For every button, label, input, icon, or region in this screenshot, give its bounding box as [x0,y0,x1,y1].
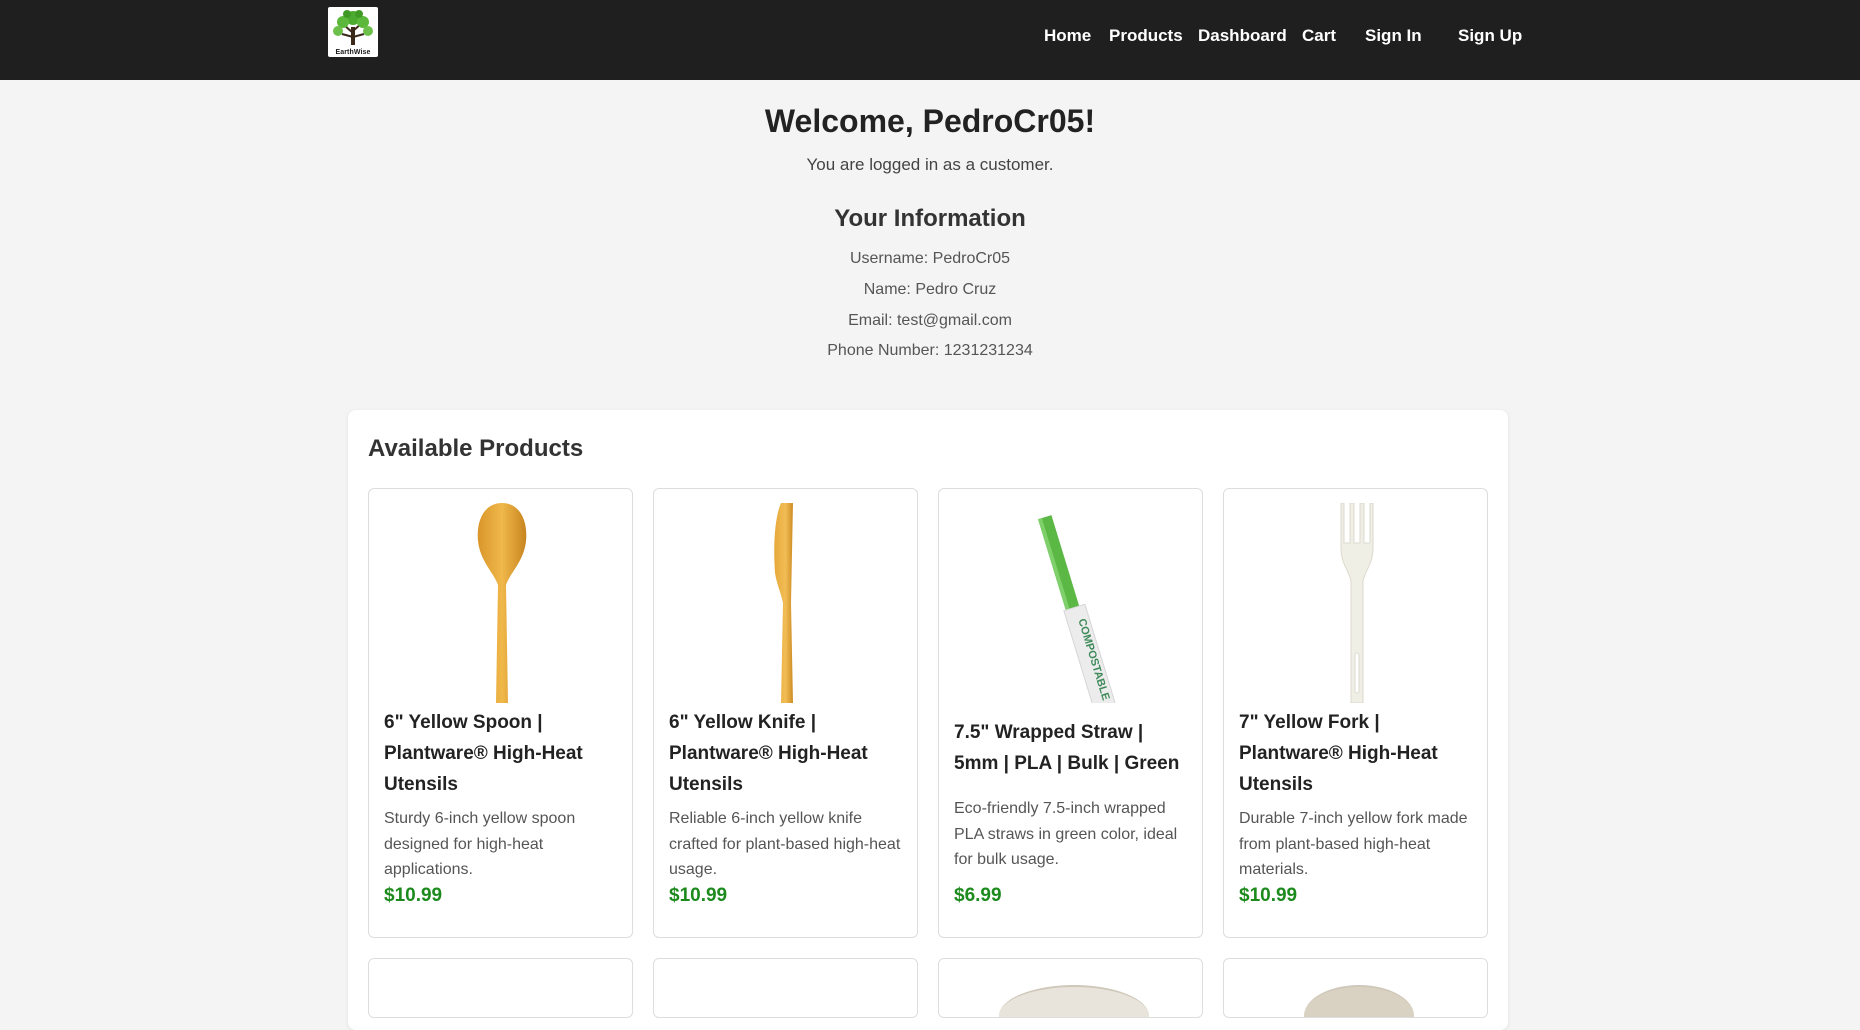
nav-cart[interactable]: Cart [1302,26,1336,46]
product-description: Sturdy 6-inch yellow spoon designed for … [384,810,576,878]
products-title: Available Products [368,435,584,462]
nav-links: Home Products Dashboard Cart Sign In Sig… [0,0,1860,80]
product-name[interactable]: 6" Yellow Spoon | Plantware® High-Heat U… [384,707,617,800]
product-price: $10.99 [384,885,443,906]
yellow-knife-image [654,503,919,703]
product-price: $6.99 [954,885,1002,906]
product-card[interactable] [938,958,1203,1018]
product-card[interactable]: 6" Yellow Knife | Plantware® High-Heat U… [653,488,918,938]
product-card[interactable] [368,958,633,1018]
product-name[interactable]: 7.5" Wrapped Straw | 5mm | PLA | Bulk | … [954,717,1187,779]
nav-sign-up[interactable]: Sign Up [1458,26,1522,46]
product-description: Durable 7-inch yellow fork made from pla… [1239,810,1468,878]
plate-image [999,985,1149,1017]
products-panel: Available Products 6" Yellow Spoon | Pla… [348,410,1508,1030]
info-title: Your Information [834,205,1026,232]
product-grid: 6" Yellow Spoon | Plantware® High-Heat U… [368,488,1488,1018]
product-name[interactable]: 6" Yellow Knife | Plantware® High-Heat U… [669,707,902,800]
product-price: $10.99 [669,885,728,906]
nav-sign-in[interactable]: Sign In [1365,26,1422,46]
product-description: Reliable 6-inch yellow knife crafted for… [669,810,901,878]
product-card[interactable]: 6" Yellow Spoon | Plantware® High-Heat U… [368,488,633,938]
fork-image [1224,503,1489,703]
welcome-subtitle: You are logged in as a customer. [806,155,1054,174]
product-card[interactable] [653,958,918,1018]
welcome-title: Welcome, PedroCr05! [764,103,1096,139]
product-card[interactable] [1223,958,1488,1018]
info-username: Username: PedroCr05 [849,250,1011,267]
green-straw-image: COMPOSTABLE [939,503,1204,703]
nav-dashboard[interactable]: Dashboard [1198,26,1287,46]
product-price: $10.99 [1239,885,1298,906]
info-name: Name: Pedro Cruz [863,281,997,298]
yellow-spoon-image [369,503,634,703]
nav-home[interactable]: Home [1044,26,1091,46]
product-description: Eco-friendly 7.5-inch wrapped PLA straws… [954,800,1178,868]
product-name[interactable]: 7" Yellow Fork | Plantware® High-Heat Ut… [1239,707,1472,800]
bowl-image [1304,985,1414,1017]
nav-products[interactable]: Products [1109,26,1183,46]
product-card[interactable]: COMPOSTABLE 7.5" Wrapped Straw | 5mm | P… [938,488,1203,938]
info-phone: Phone Number: 1231231234 [827,342,1033,359]
top-navbar: EarthWise Home Products Dashboard Cart S… [0,0,1860,80]
info-email: Email: test@gmail.com [848,312,1012,329]
product-card[interactable]: 7" Yellow Fork | Plantware® High-Heat Ut… [1223,488,1488,938]
